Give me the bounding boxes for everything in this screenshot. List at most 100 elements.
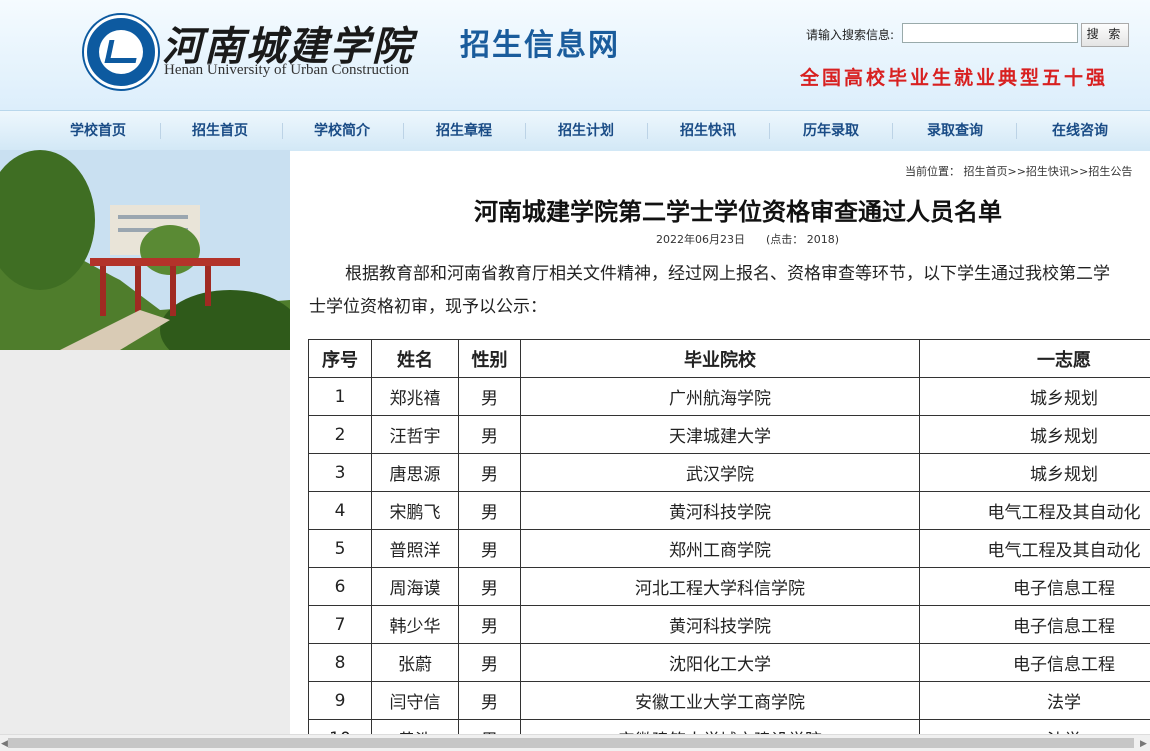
table-cell: 安徽工业大学工商学院 [521, 682, 920, 720]
horizontal-scrollbar[interactable]: ◀ ▶ [0, 734, 1150, 751]
nav-item-school-home[interactable]: 学校首页 [48, 111, 148, 151]
table-cell: 天津城建大学 [521, 416, 920, 454]
table-row: 7 韩少华 男 黄河科技学院 电子信息工程 [309, 606, 1150, 644]
header-cell: 毕业院校 [521, 340, 920, 378]
article-paragraph-line-2: 士学位资格初审，现予以公示： [309, 291, 1150, 324]
table-row: 5 普照洋 男 郑州工商学院 电气工程及其自动化 [309, 530, 1150, 568]
nav-item-online-consult[interactable]: 在线咨询 [1030, 111, 1130, 151]
table-cell: 9 [309, 682, 372, 720]
scroll-right-icon[interactable]: ▶ [1140, 739, 1147, 749]
school-logo[interactable] [84, 15, 158, 89]
table-cell: 城乡规划 [920, 454, 1150, 492]
site-name: 招生信息网 [460, 20, 620, 64]
table-cell: 韩少华 [372, 606, 459, 644]
table-cell: 男 [459, 416, 521, 454]
header-cell: 一志愿 [920, 340, 1150, 378]
nav-divider [769, 123, 770, 139]
table-cell: 宋鹏飞 [372, 492, 459, 530]
table-cell: 黄浩 [372, 720, 459, 735]
nav-divider [282, 123, 283, 139]
logo-mark-icon [105, 40, 141, 63]
nav-item-admission-rules[interactable]: 招生章程 [414, 111, 514, 151]
nav-divider [892, 123, 893, 139]
table-cell: 电气工程及其自动化 [920, 530, 1150, 568]
nav-item-admission-news[interactable]: 招生快讯 [658, 111, 758, 151]
search-input[interactable] [902, 23, 1078, 43]
header-cell: 性别 [459, 340, 521, 378]
slogan: 全国高校毕业生就业典型五十强 [800, 63, 1108, 90]
scroll-left-icon[interactable]: ◀ [1, 739, 8, 749]
table-row: 8 张蔚 男 沈阳化工大学 电子信息工程 [309, 644, 1150, 682]
table-cell: 郑兆禧 [372, 378, 459, 416]
table-cell: 电气工程及其自动化 [920, 492, 1150, 530]
article-paragraph-line-1: 根据教育部和河南省教育厅相关文件精神，经过网上报名、资格审查等环节，以下学生通过… [309, 258, 1150, 291]
nav-divider [1016, 123, 1017, 139]
table-cell: 男 [459, 720, 521, 735]
table-cell: 男 [459, 606, 521, 644]
nav-divider [525, 123, 526, 139]
table-cell: 汪哲宇 [372, 416, 459, 454]
main-nav: 学校首页 招生首页 学校简介 招生章程 招生计划 招生快讯 历年录取 录取查询 … [0, 110, 1150, 151]
table-header-row: 序号 姓名 性别 毕业院校 一志愿 [309, 340, 1150, 378]
table-cell: 城乡规划 [920, 378, 1150, 416]
publish-date: 2022年06月23日 [656, 233, 745, 246]
header-cell: 姓名 [372, 340, 459, 378]
table-cell: 法学 [920, 682, 1150, 720]
table-cell: 电子信息工程 [920, 606, 1150, 644]
nav-item-admission-plan[interactable]: 招生计划 [536, 111, 636, 151]
table-cell: 安徽建筑大学城市建设学院 [521, 720, 920, 735]
nav-divider [647, 123, 648, 139]
nav-item-admission-query[interactable]: 录取查询 [905, 111, 1005, 151]
table-cell: 1 [309, 378, 372, 416]
table-cell: 周海谟 [372, 568, 459, 606]
table-cell: 法学 [920, 720, 1150, 735]
table-row: 9 闫守信 男 安徽工业大学工商学院 法学 [309, 682, 1150, 720]
table-cell: 电子信息工程 [920, 644, 1150, 682]
table-cell: 男 [459, 530, 521, 568]
nav-divider [403, 123, 404, 139]
table-cell: 男 [459, 492, 521, 530]
table-row: 4 宋鹏飞 男 黄河科技学院 电气工程及其自动化 [309, 492, 1150, 530]
table-cell: 普照洋 [372, 530, 459, 568]
article-meta: 2022年06月23日 (点击： 2018) [656, 231, 839, 247]
site-header: 河南城建学院 Henan University of Urban Constru… [0, 0, 1150, 110]
nav-divider [160, 123, 161, 139]
header-cell: 序号 [309, 340, 372, 378]
table-cell: 8 [309, 644, 372, 682]
results-table-container: 序号 姓名 性别 毕业院校 一志愿 1 郑兆禧 男 广州航海学院 城乡规划 2 … [308, 339, 1150, 734]
results-table: 序号 姓名 性别 毕业院校 一志愿 1 郑兆禧 男 广州航海学院 城乡规划 2 … [308, 339, 1150, 734]
table-row: 10 黄浩 男 安徽建筑大学城市建设学院 法学 [309, 720, 1150, 735]
table-cell: 2 [309, 416, 372, 454]
nav-item-past-admissions[interactable]: 历年录取 [781, 111, 881, 151]
campus-photo [0, 150, 290, 350]
view-count: (点击： 2018) [766, 233, 839, 246]
table-cell: 唐思源 [372, 454, 459, 492]
table-cell: 城乡规划 [920, 416, 1150, 454]
table-cell: 7 [309, 606, 372, 644]
nav-item-school-intro[interactable]: 学校简介 [292, 111, 392, 151]
table-row: 1 郑兆禧 男 广州航海学院 城乡规划 [309, 378, 1150, 416]
table-cell: 10 [309, 720, 372, 735]
page-title: 河南城建学院第二学士学位资格审查通过人员名单 [474, 192, 1002, 227]
table-row: 2 汪哲宇 男 天津城建大学 城乡规划 [309, 416, 1150, 454]
left-sidebar [0, 150, 290, 734]
table-cell: 男 [459, 454, 521, 492]
table-cell: 河北工程大学科信学院 [521, 568, 920, 606]
table-cell: 广州航海学院 [521, 378, 920, 416]
table-cell: 黄河科技学院 [521, 492, 920, 530]
table-cell: 闫守信 [372, 682, 459, 720]
table-cell: 6 [309, 568, 372, 606]
school-name-en: Henan University of Urban Construction [164, 62, 409, 79]
article-body: 根据教育部和河南省教育厅相关文件精神，经过网上报名、资格审查等环节，以下学生通过… [309, 258, 1150, 324]
nav-item-admission-home[interactable]: 招生首页 [170, 111, 270, 151]
breadcrumb: 当前位置： 招生首页>>招生快讯>>招生公告 [905, 163, 1132, 179]
table-row: 6 周海谟 男 河北工程大学科信学院 电子信息工程 [309, 568, 1150, 606]
table-cell: 郑州工商学院 [521, 530, 920, 568]
table-cell: 5 [309, 530, 372, 568]
table-cell: 男 [459, 682, 521, 720]
table-cell: 4 [309, 492, 372, 530]
scrollbar-thumb[interactable] [8, 738, 1134, 748]
table-cell: 男 [459, 644, 521, 682]
table-cell: 沈阳化工大学 [521, 644, 920, 682]
search-button[interactable]: 搜 索 [1081, 23, 1129, 47]
